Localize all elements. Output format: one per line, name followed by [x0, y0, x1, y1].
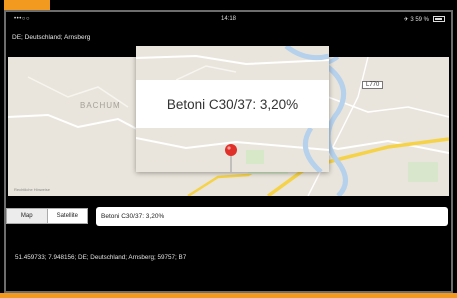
status-bar: •••○○ 14:18 ✈ 3 59 % — [6, 12, 451, 28]
map-road-sign: L770 — [362, 81, 384, 89]
callout-title: Betoni C30/37: 3,20% — [136, 80, 329, 128]
segment-satellite[interactable]: Satellite — [48, 209, 88, 223]
callout-map-bottom — [136, 128, 329, 172]
segment-map[interactable]: Map — [7, 209, 48, 223]
map-pin-icon[interactable] — [225, 144, 237, 156]
status-indicators: ✈ 3 59 % — [403, 17, 429, 23]
map-label-bachum: BACHUM — [80, 101, 121, 110]
coordinates-line: 51.459733; 7.948156; DE; Deutschland; Ar… — [15, 254, 187, 261]
map-attribution[interactable]: Rechtliche Hinweise — [14, 187, 50, 192]
battery-icon — [433, 16, 445, 22]
map-type-segmented-control[interactable]: Map Satellite — [6, 208, 88, 224]
location-line: DE; Deutschland; Arnsberg — [12, 34, 91, 41]
status-time: 14:18 — [220, 16, 237, 22]
search-input[interactable]: Betoni C30/37: 3,20% — [96, 207, 448, 226]
search-input-value: Betoni C30/37: 3,20% — [101, 213, 165, 220]
signal-strength: •••○○ — [14, 16, 31, 22]
map-callout-popup[interactable]: Betoni C30/37: 3,20% — [136, 46, 329, 172]
orange-tab-indicator — [4, 0, 50, 10]
callout-map-top — [136, 46, 329, 80]
orange-bottom-bar — [0, 293, 457, 298]
